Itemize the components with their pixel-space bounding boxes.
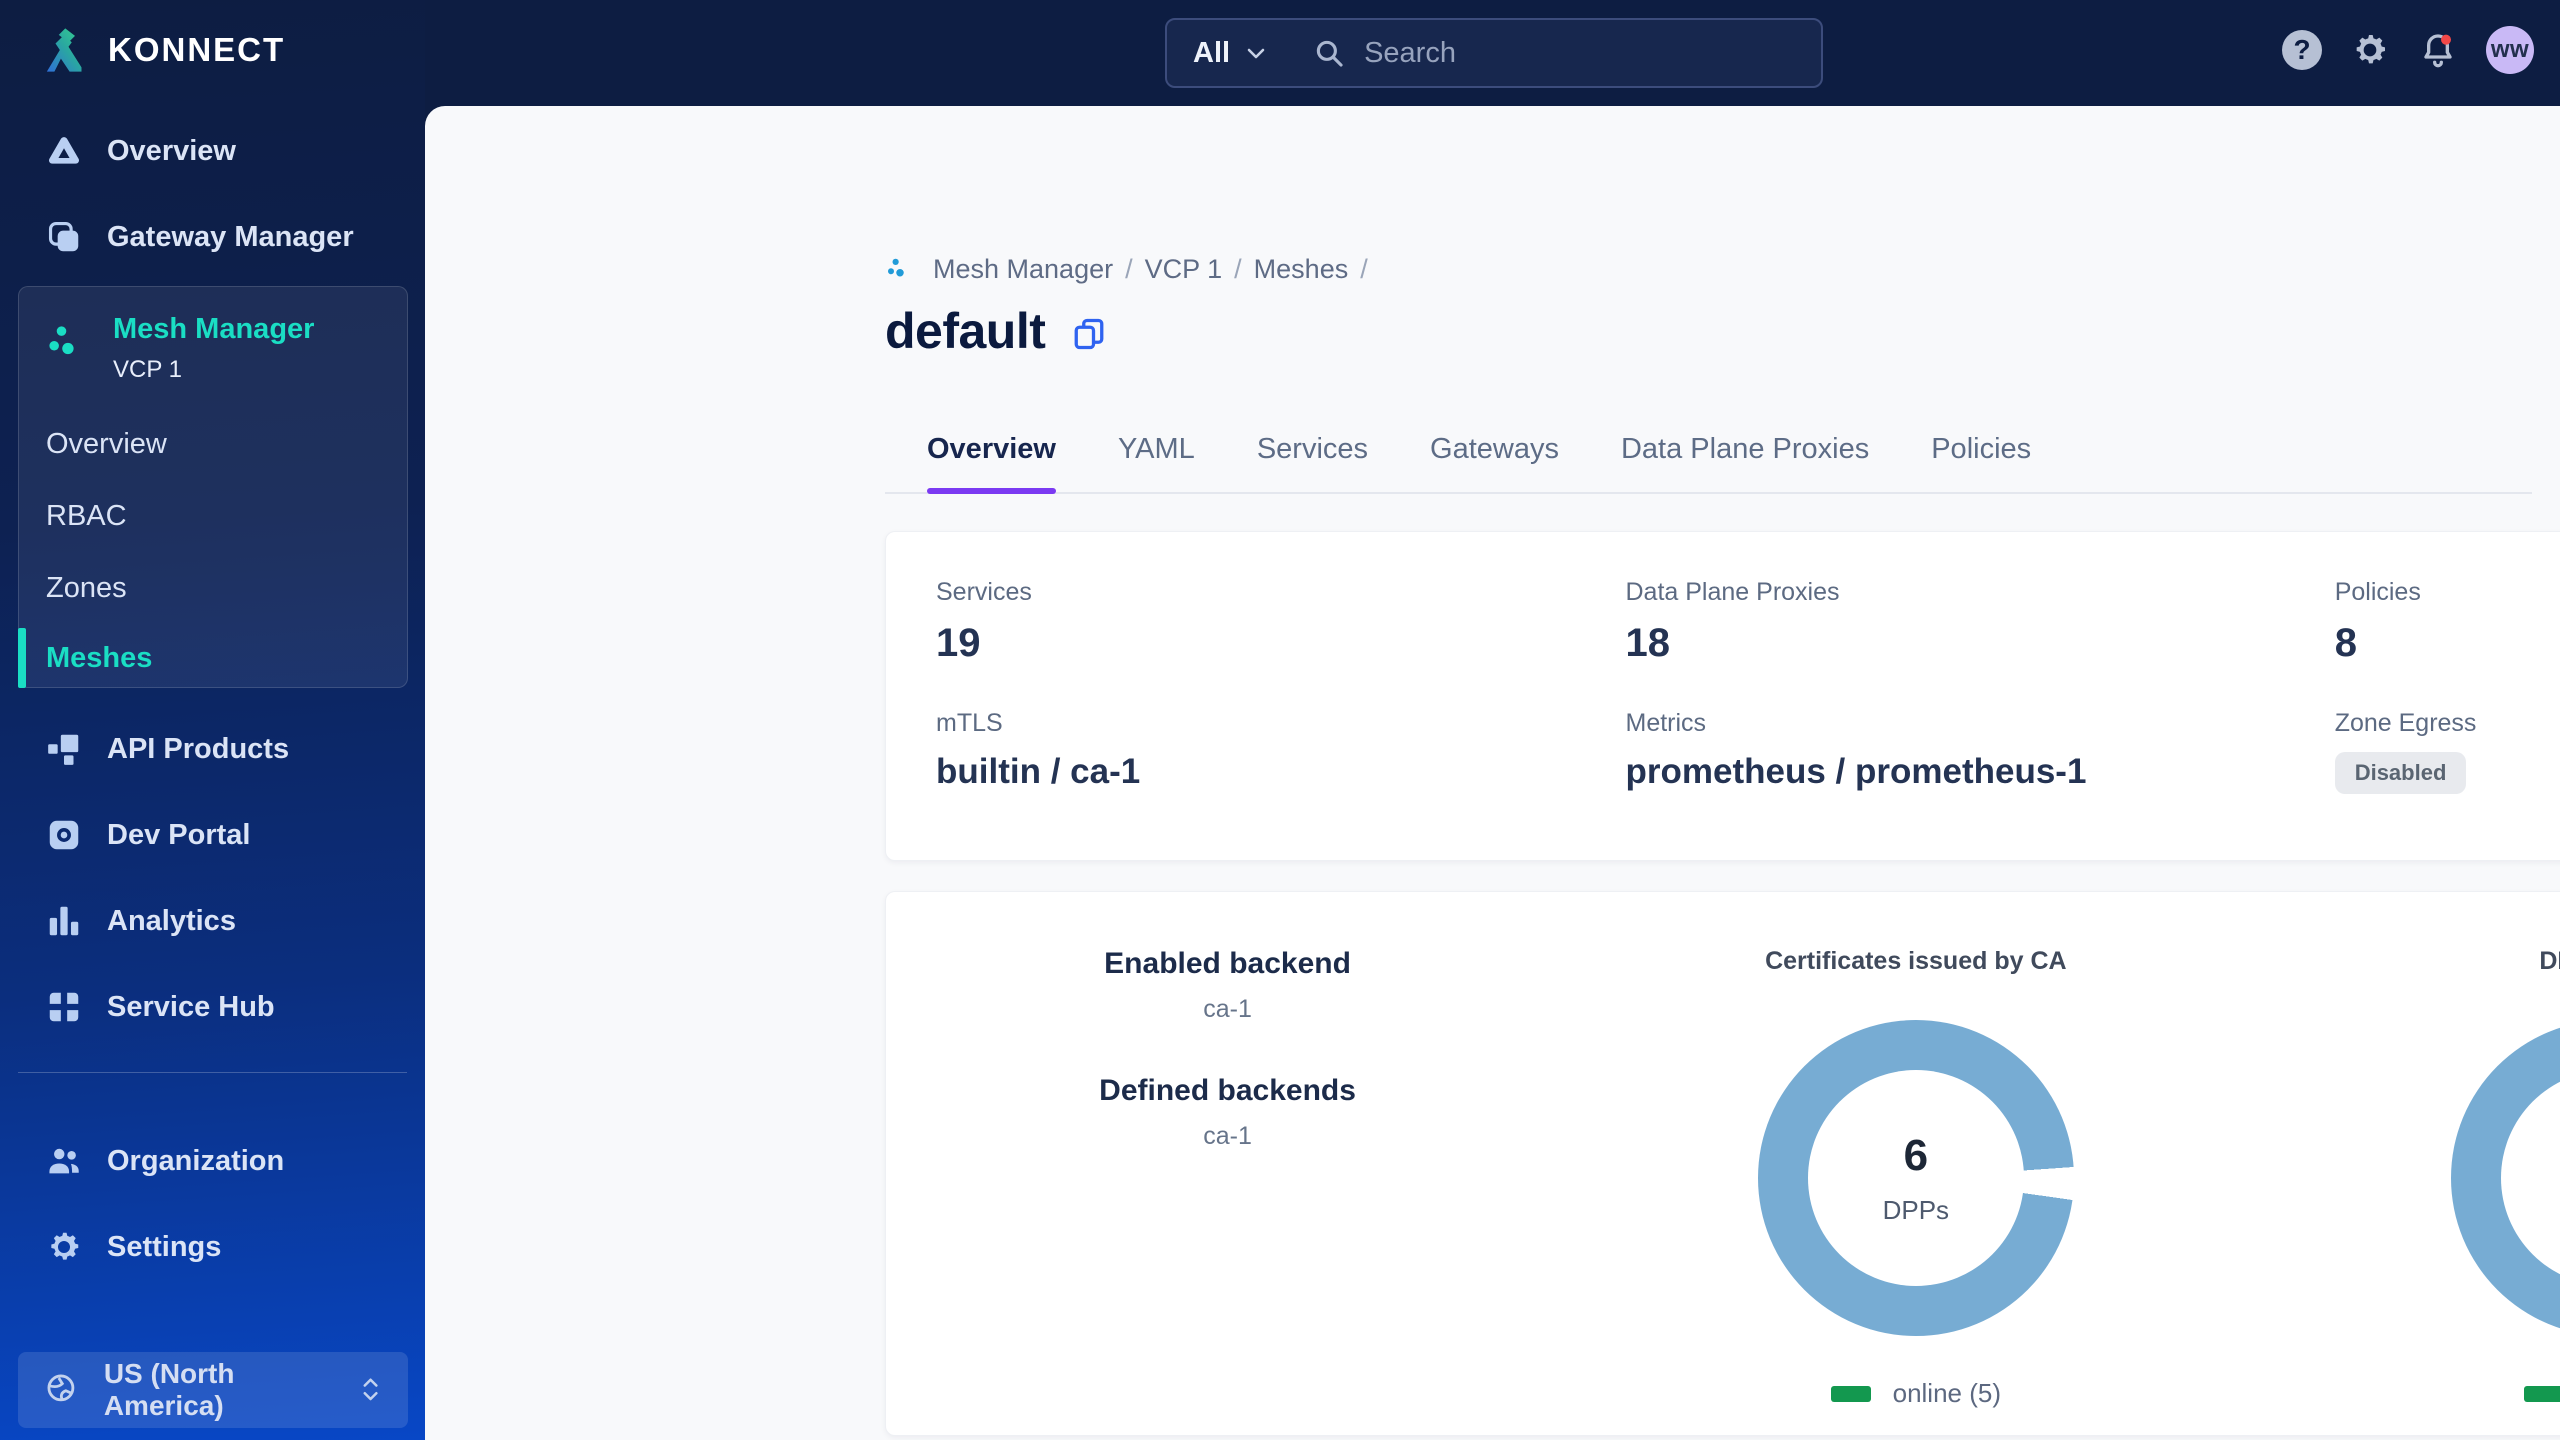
region-label: US (North America) (103, 1358, 235, 1421)
sidebar-item-label: Service Hub (107, 990, 275, 1023)
tab-services[interactable]: Services (1257, 406, 1368, 492)
sidebar-item-mesh-manager[interactable]: Mesh Manager VCP 1 (45, 313, 314, 384)
mesh-manager-instance: VCP 1 (113, 356, 182, 383)
sidebar-item-api-products[interactable]: API Products (0, 722, 425, 776)
stat-services: Services 19 (936, 578, 1626, 683)
overview-icon (45, 132, 83, 170)
stat-dpp-value: 18 (1625, 621, 1671, 665)
globe-icon (44, 1371, 78, 1409)
stat-mtls: mTLS builtin / ca-1 (936, 709, 1626, 814)
status-badge: Disabled (2334, 752, 2467, 794)
mesh-manager-group: Mesh Manager VCP 1 Overview RBAC Zones M… (18, 286, 408, 688)
organization-icon (45, 1142, 83, 1180)
sidebar-subitem-overview[interactable]: Overview (19, 415, 407, 473)
breadcrumb: Mesh Manager / VCP 1 / Meshes / (885, 254, 1368, 285)
breadcrumb-mesh-manager[interactable]: Mesh Manager (933, 254, 1113, 285)
chart-certificates-issued-by-ca: Certificates issued by CA 6 DPPs online … (1569, 892, 2262, 1435)
enabled-backend: Enabled backend ca-1 (1104, 947, 1351, 1023)
sidebar-item-organization[interactable]: Organization (0, 1134, 425, 1188)
stat-mtls-value: builtin / ca-1 (936, 752, 1141, 791)
tab-data-plane-proxies[interactable]: Data Plane Proxies (1621, 406, 1869, 492)
bell-icon[interactable] (2418, 30, 2458, 70)
sidebar-item-label: Analytics (107, 904, 236, 937)
mesh-overview-card: Services 19 Data Plane Proxies 18 Polici… (885, 531, 2560, 861)
stat-policies: Policies 8 (2335, 578, 2560, 683)
search-input[interactable] (1364, 36, 1795, 70)
sidebar-item-label: Organization (107, 1144, 285, 1177)
user-avatar[interactable]: WW (2486, 26, 2534, 74)
mtls-charts-card: Enabled backend ca-1 Defined backends ca… (885, 891, 2560, 1436)
sidebar-item-service-hub[interactable]: Service Hub (0, 980, 425, 1034)
topbar-actions: ? WW (2282, 26, 2534, 74)
dev-portal-icon (45, 816, 83, 854)
donut-chart: 6 ca-1 (2451, 1020, 2560, 1336)
mesh-manager-label: Mesh Manager (113, 313, 315, 345)
sidebar-item-overview[interactable]: Overview (0, 124, 425, 178)
breadcrumb-meshes[interactable]: Meshes (1254, 254, 1349, 285)
chart-dpp-per-ca: DPP per CA 6 ca-1 online (5) (2263, 892, 2560, 1435)
sidebar: KONNECT Overview Gateway Manager Mesh Ma… (0, 0, 425, 1440)
donut-center-label: DPPs (1882, 1194, 1950, 1225)
sidebar-item-analytics[interactable]: Analytics (0, 894, 425, 948)
sidebar-divider (18, 1072, 407, 1073)
stat-policies-value: 8 (2334, 621, 2357, 665)
konnect-logo[interactable]: KONNECT (36, 24, 285, 76)
defined-backends: Defined backends ca-1 (1099, 1074, 1356, 1150)
mesh-dots-icon (45, 321, 89, 365)
sidebar-item-settings[interactable]: Settings (0, 1220, 425, 1274)
search-icon (1312, 36, 1346, 70)
sidebar-item-label: Settings (107, 1230, 222, 1263)
sidebar-item-gateway-manager[interactable]: Gateway Manager (0, 210, 425, 264)
analytics-icon (45, 902, 83, 940)
gear-icon (45, 1228, 83, 1266)
donut-chart: 6 DPPs (1757, 1020, 2074, 1336)
stat-metrics-value: prometheus / prometheus-1 (1625, 752, 2087, 791)
tab-gateways[interactable]: Gateways (1430, 406, 1559, 492)
global-search-bar: All (1165, 18, 1823, 88)
stat-data-plane-proxies: Data Plane Proxies 18 (1626, 578, 2335, 683)
search-scope-label: All (1193, 36, 1231, 69)
sidebar-item-label: Gateway Manager (107, 220, 354, 253)
sidebar-item-label: Dev Portal (107, 818, 251, 851)
chart-legend: online (5) (1830, 1378, 2001, 1409)
sidebar-subitem-zones[interactable]: Zones (19, 559, 407, 617)
gear-icon[interactable] (2350, 30, 2390, 70)
backends-column: Enabled backend ca-1 Defined backends ca… (886, 892, 1569, 1435)
help-icon[interactable]: ? (2282, 30, 2322, 70)
chevron-up-down-icon (359, 1373, 382, 1407)
active-indicator-bar (18, 628, 26, 688)
search-scope-dropdown[interactable]: All (1193, 37, 1268, 70)
donut-center-value: 6 (1903, 1130, 1929, 1180)
stat-zone-egress: Zone Egress Disabled (2334, 709, 2560, 814)
sidebar-item-dev-portal[interactable]: Dev Portal (0, 808, 425, 862)
mesh-dots-icon (885, 255, 915, 285)
sidebar-item-label: Overview (107, 134, 236, 167)
kong-gorilla-icon (36, 24, 88, 76)
stat-services-value: 19 (936, 621, 981, 665)
tab-bar: Overview YAML Services Gateways Data Pla… (885, 406, 2532, 494)
copy-icon[interactable] (1071, 316, 1107, 352)
page-title: default (885, 303, 1046, 359)
api-products-icon (45, 730, 83, 768)
sidebar-subitem-meshes[interactable]: Meshes (18, 628, 407, 688)
sidebar-item-label: API Products (107, 732, 290, 765)
service-hub-icon (45, 988, 83, 1026)
legend-swatch-online (1830, 1385, 1871, 1402)
tab-overview[interactable]: Overview (927, 406, 1056, 494)
region-selector[interactable]: US (North America) (18, 1352, 408, 1428)
gateway-manager-icon (45, 218, 83, 256)
brand-text: KONNECT (108, 31, 286, 68)
tab-yaml[interactable]: YAML (1118, 406, 1195, 492)
sidebar-subitem-rbac[interactable]: RBAC (19, 487, 407, 545)
chevron-down-icon (1244, 41, 1268, 65)
stat-metrics: Metrics prometheus / prometheus-1 (1626, 709, 2335, 814)
tab-policies[interactable]: Policies (1931, 406, 2031, 492)
chart-legend: online (5) (2524, 1378, 2560, 1409)
legend-swatch-online (2524, 1385, 2560, 1402)
breadcrumb-vcp-1[interactable]: VCP 1 (1145, 254, 1223, 285)
main-content: Mesh Manager / VCP 1 / Meshes / default … (425, 106, 2560, 1440)
